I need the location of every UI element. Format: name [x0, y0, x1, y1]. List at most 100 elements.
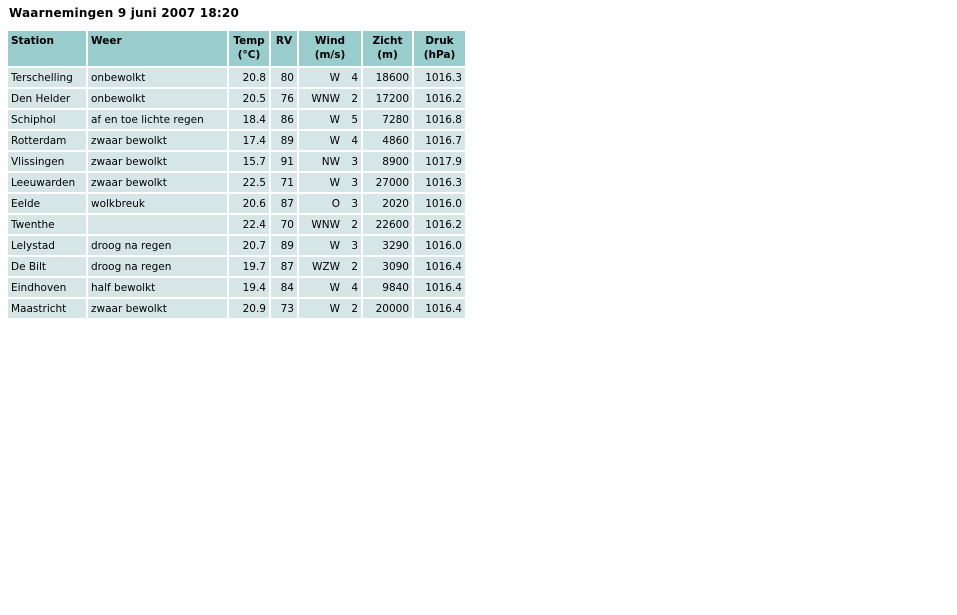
- cell-wind-speed: 4: [351, 281, 358, 294]
- cell-zicht: 2020: [363, 194, 412, 213]
- cell-zicht: 7280: [363, 110, 412, 129]
- cell-wind: WNW 2: [299, 89, 361, 108]
- table-row: Schiphol af en toe lichte regen 18.4 86 …: [8, 110, 465, 129]
- cell-weer: onbewolkt: [88, 89, 227, 108]
- cell-zicht: 17200: [363, 89, 412, 108]
- cell-druk: 1016.2: [414, 89, 465, 108]
- cell-rv: 91: [271, 152, 297, 171]
- header-druk-label: Druk: [425, 35, 454, 47]
- header-wind-unit: (m/s): [314, 49, 346, 61]
- cell-station: Vlissingen: [8, 152, 86, 171]
- cell-weer: [88, 215, 227, 234]
- cell-wind-direction: W: [329, 281, 340, 294]
- cell-druk: 1016.8: [414, 110, 465, 129]
- header-zicht-unit: (m): [377, 49, 398, 61]
- cell-station: Maastricht: [8, 299, 86, 318]
- cell-zicht: 8900: [363, 152, 412, 171]
- cell-wind-direction: W: [329, 113, 340, 126]
- header-zicht-label: Zicht: [372, 35, 403, 47]
- header-druk: Druk (hPa): [414, 31, 465, 66]
- table-row: Rotterdam zwaar bewolkt 17.4 89 W4 4860 …: [8, 131, 465, 150]
- cell-weer: zwaar bewolkt: [88, 152, 227, 171]
- cell-station: Schiphol: [8, 110, 86, 129]
- cell-temp: 20.6: [229, 194, 269, 213]
- cell-station: Lelystad: [8, 236, 86, 255]
- cell-station: Terschelling: [8, 68, 86, 87]
- cell-station: Leeuwarden: [8, 173, 86, 192]
- cell-wind-speed: 5: [351, 113, 358, 126]
- cell-wind: W4: [299, 278, 361, 297]
- cell-wind-direction: W: [329, 302, 340, 315]
- cell-wind-speed: 3: [351, 197, 358, 210]
- cell-druk: 1016.2: [414, 215, 465, 234]
- cell-wind: W3: [299, 236, 361, 255]
- cell-wind-speed: 2: [351, 218, 358, 231]
- cell-wind-speed: 2: [351, 302, 358, 315]
- cell-temp: 15.7: [229, 152, 269, 171]
- cell-rv: 87: [271, 257, 297, 276]
- cell-temp: 20.7: [229, 236, 269, 255]
- table-row: Terschelling onbewolkt 20.8 80 W4 18600 …: [8, 68, 465, 87]
- cell-rv: 87: [271, 194, 297, 213]
- observations-table: Station Weer Temp (°C) RV Wind (m/s) Zic…: [6, 29, 467, 320]
- cell-wind-speed: 2: [351, 260, 358, 273]
- cell-wind: WZW 2: [299, 257, 361, 276]
- cell-zicht: 20000: [363, 299, 412, 318]
- cell-temp: 20.5: [229, 89, 269, 108]
- cell-wind: W2: [299, 299, 361, 318]
- cell-zicht: 4860: [363, 131, 412, 150]
- cell-zicht: 22600: [363, 215, 412, 234]
- cell-wind: NW 3: [299, 152, 361, 171]
- cell-weer: zwaar bewolkt: [88, 173, 227, 192]
- cell-station: Eelde: [8, 194, 86, 213]
- cell-druk: 1016.0: [414, 194, 465, 213]
- cell-weer: droog na regen: [88, 257, 227, 276]
- header-druk-unit: (hPa): [423, 49, 456, 61]
- cell-temp: 19.4: [229, 278, 269, 297]
- cell-rv: 70: [271, 215, 297, 234]
- table-row: Den Helder onbewolkt 20.5 76 WNW 2 17200 …: [8, 89, 465, 108]
- cell-wind-speed: 4: [351, 134, 358, 147]
- cell-station: Den Helder: [8, 89, 86, 108]
- header-temp-unit: (°C): [237, 49, 261, 61]
- cell-druk: 1016.4: [414, 257, 465, 276]
- cell-temp: 22.4: [229, 215, 269, 234]
- cell-rv: 76: [271, 89, 297, 108]
- cell-druk: 1016.3: [414, 68, 465, 87]
- cell-wind: W4: [299, 68, 361, 87]
- table-row: Eindhoven half bewolkt 19.4 84 W4 9840 1…: [8, 278, 465, 297]
- cell-wind-direction: WNW: [311, 218, 340, 231]
- cell-temp: 18.4: [229, 110, 269, 129]
- cell-druk: 1017.9: [414, 152, 465, 171]
- cell-station: Eindhoven: [8, 278, 86, 297]
- cell-wind-speed: 3: [351, 239, 358, 252]
- cell-wind-speed: 4: [351, 71, 358, 84]
- cell-weer: af en toe lichte regen: [88, 110, 227, 129]
- cell-weer: zwaar bewolkt: [88, 131, 227, 150]
- header-rv: RV: [271, 31, 297, 66]
- cell-wind-direction: W: [329, 239, 340, 252]
- cell-temp: 17.4: [229, 131, 269, 150]
- cell-weer: onbewolkt: [88, 68, 227, 87]
- header-temp-label: Temp: [233, 35, 265, 47]
- cell-druk: 1016.0: [414, 236, 465, 255]
- table-header: Station Weer Temp (°C) RV Wind (m/s) Zic…: [8, 31, 465, 66]
- cell-weer: droog na regen: [88, 236, 227, 255]
- cell-temp: 22.5: [229, 173, 269, 192]
- cell-wind-speed: 3: [351, 176, 358, 189]
- cell-temp: 20.9: [229, 299, 269, 318]
- cell-rv: 84: [271, 278, 297, 297]
- table-row: Twenthe 22.4 70 WNW 2 22600 1016.2: [8, 215, 465, 234]
- cell-zicht: 9840: [363, 278, 412, 297]
- cell-zicht: 18600: [363, 68, 412, 87]
- cell-wind-speed: 3: [351, 155, 358, 168]
- header-weer: Weer: [88, 31, 227, 66]
- cell-station: Twenthe: [8, 215, 86, 234]
- page-title: Waarnemingen 9 juni 2007 18:20: [9, 6, 240, 20]
- header-temp: Temp (°C): [229, 31, 269, 66]
- table-row: Eelde wolkbreuk 20.6 87 O3 2020 1016.0: [8, 194, 465, 213]
- cell-druk: 1016.4: [414, 299, 465, 318]
- table-row: Maastricht zwaar bewolkt 20.9 73 W2 2000…: [8, 299, 465, 318]
- cell-rv: 80: [271, 68, 297, 87]
- cell-wind: O3: [299, 194, 361, 213]
